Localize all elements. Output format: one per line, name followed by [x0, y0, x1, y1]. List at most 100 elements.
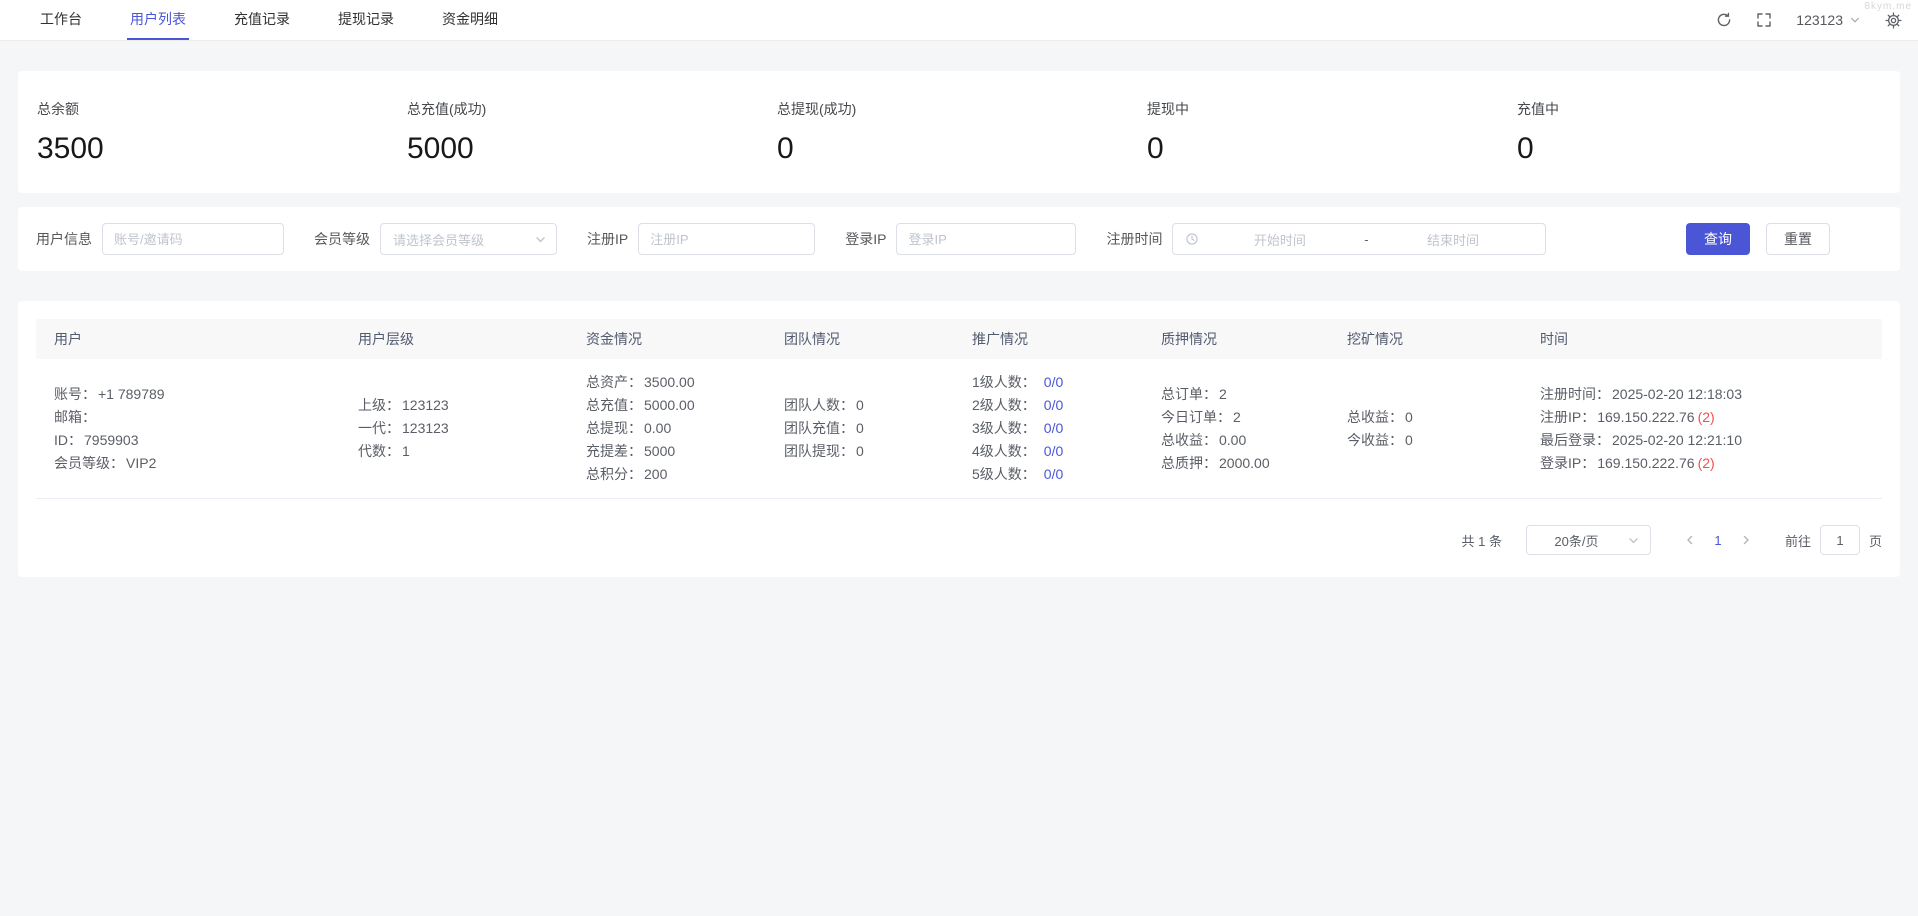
col-time: 时间 — [1540, 331, 1568, 347]
stat-total-balance: 总余额 3500 — [37, 99, 407, 166]
page-size-select[interactable]: 20条/页 — [1525, 525, 1651, 555]
funds-total-assets: 总资产： 3500.00 — [586, 374, 695, 390]
filter-login-ip: 登录IP — [845, 223, 1077, 255]
ip-count-badge: (2) — [1697, 454, 1715, 471]
hierarchy-parent: 上级： 123123 — [358, 397, 449, 413]
promo-count-link[interactable]: 0/0 — [1044, 420, 1063, 436]
top-navbar: 工作台 用户列表 充值记录 提现记录 资金明细 123123 8kym.me — [0, 0, 1918, 41]
stat-withdrawing: 提现中 0 — [1147, 99, 1517, 166]
refresh-icon[interactable] — [1716, 12, 1732, 28]
promo-level-4: 4级人数： 0/0 — [972, 443, 1064, 459]
page-content: 总余额 3500 总充值(成功) 5000 总提现(成功) 0 提现中 0 充值… — [0, 71, 1918, 577]
time-login-ip: 登录IP： 169.150.222.76 (2) — [1540, 454, 1715, 471]
page-size-value: 20条/页 — [1554, 533, 1599, 549]
promo-count-link[interactable]: 0/0 — [1044, 374, 1063, 390]
goto-page-input[interactable] — [1819, 525, 1860, 555]
register-time-label: 注册时间 — [1106, 231, 1163, 247]
member-level-select[interactable]: 请选择会员等级 — [380, 223, 557, 255]
mining-total-profit: 总收益： 0 — [1347, 408, 1413, 425]
table-row: 账号： +1 789789 邮箱： ID： 7959903 会员等级： VIP2 上级… — [36, 359, 1882, 499]
stat-label: 充值中 — [1517, 100, 1559, 117]
pledge-today-orders: 今日订单： 2 — [1161, 408, 1241, 425]
promo-count-link[interactable]: 0/0 — [1044, 443, 1063, 459]
user-id: ID： 7959903 — [54, 431, 139, 448]
nav-tabs: 工作台 用户列表 充值记录 提现记录 资金明细 — [37, 0, 501, 40]
user-menu-label: 123123 — [1796, 12, 1843, 28]
chevron-down-icon — [1851, 17, 1859, 23]
ip-count-badge: (2) — [1697, 408, 1715, 425]
cell-pledge: 总订单： 2 今日订单： 2 总收益： 0.00 总质押： 2000.00 — [1159, 383, 1345, 475]
col-funds: 资金情况 — [586, 331, 642, 347]
stat-value: 0 — [1147, 131, 1164, 165]
stat-value: 0 — [1517, 131, 1534, 165]
end-time-placeholder: 结束时间 — [1427, 232, 1480, 248]
cell-team: 团队人数： 0 团队充值： 0 团队提现： 0 — [782, 394, 970, 463]
col-hierarchy: 用户层级 — [358, 331, 414, 347]
stat-label: 总余额 — [37, 100, 79, 117]
tab-workbench[interactable]: 工作台 — [37, 0, 85, 40]
promo-count-link[interactable]: 0/0 — [1044, 397, 1063, 413]
cell-user: 账号： +1 789789 邮箱： ID： 7959903 会员等级： VIP2 — [36, 383, 356, 475]
tab-fund-details[interactable]: 资金明细 — [439, 0, 501, 40]
cell-mining: 总收益： 0 今收益： 0 — [1345, 406, 1538, 452]
range-separator: - — [1364, 231, 1369, 247]
stat-label: 提现中 — [1147, 100, 1189, 117]
chevron-down-icon — [1629, 538, 1638, 544]
funds-points: 总积分： 200 — [586, 466, 668, 482]
time-register: 注册时间： 2025-02-20 12:18:03 — [1540, 385, 1742, 402]
settings-gear-icon[interactable] — [1885, 11, 1902, 29]
funds-total-withdraw: 总提现： 0.00 — [586, 420, 672, 436]
hierarchy-generations: 代数： 1 — [358, 443, 410, 459]
promo-level-3: 3级人数： 0/0 — [972, 420, 1064, 436]
prev-page-button[interactable] — [1677, 534, 1703, 546]
promo-level-2: 2级人数： 0/0 — [972, 397, 1064, 413]
register-ip-input[interactable] — [638, 223, 816, 255]
cell-time: 注册时间： 2025-02-20 12:18:03 注册IP： 169.150.22… — [1538, 383, 1882, 475]
next-page-button[interactable] — [1733, 534, 1759, 546]
mining-today-profit: 今收益： 0 — [1347, 431, 1413, 448]
col-user: 用户 — [54, 331, 82, 347]
table-header: 用户 用户层级 资金情况 团队情况 推广情况 质押情况 挖矿情况 时间 — [36, 319, 1882, 359]
search-button[interactable]: 查询 — [1686, 223, 1750, 255]
register-ip-label: 注册IP — [587, 231, 629, 247]
reset-button[interactable]: 重置 — [1766, 223, 1830, 255]
stats-card: 总余额 3500 总充值(成功) 5000 总提现(成功) 0 提现中 0 充值… — [18, 71, 1900, 193]
tab-recharge-records[interactable]: 充值记录 — [231, 0, 293, 40]
user-email: 邮箱： — [54, 408, 96, 425]
page-number-current[interactable]: 1 — [1703, 533, 1733, 548]
goto-suffix: 页 — [1868, 533, 1882, 549]
tab-user-list[interactable]: 用户列表 — [127, 0, 189, 40]
pagination: 共 1 条 20条/页 1 前往 页 — [36, 525, 1882, 555]
login-ip-label: 登录IP — [845, 231, 887, 247]
member-level-label: 会员等级 — [314, 231, 370, 247]
col-pledge: 质押情况 — [1161, 331, 1217, 347]
stat-value: 5000 — [407, 131, 474, 165]
promo-level-5: 5级人数： 0/0 — [972, 466, 1064, 482]
user-account: 账号： +1 789789 — [54, 385, 165, 402]
member-level-placeholder: 请选择会员等级 — [393, 232, 485, 248]
watermark: 8kym.me — [1864, 1, 1912, 12]
filter-user-info: 用户信息 — [36, 223, 284, 255]
tab-withdraw-records[interactable]: 提现记录 — [335, 0, 397, 40]
col-team: 团队情况 — [784, 331, 840, 347]
col-promotion: 推广情况 — [972, 331, 1028, 347]
fullscreen-icon[interactable] — [1756, 12, 1772, 28]
register-time-range-picker[interactable]: 开始时间 - 结束时间 — [1172, 223, 1547, 255]
stat-value: 3500 — [37, 131, 104, 165]
cell-hierarchy: 上级： 123123 一代： 123123 代数： 1 — [356, 394, 584, 463]
user-menu[interactable]: 123123 — [1796, 12, 1861, 28]
pledge-total-profit: 总收益： 0.00 — [1161, 431, 1247, 448]
total-count: 共 1 条 — [1461, 533, 1502, 549]
filter-register-ip: 注册IP — [587, 223, 816, 255]
promo-count-link[interactable]: 0/0 — [1044, 466, 1063, 482]
cell-funds: 总资产： 3500.00 总充值： 5000.00 总提现： 0.00 充提差： 500… — [584, 371, 782, 486]
user-vip-level: 会员等级： VIP2 — [54, 454, 157, 471]
login-ip-input[interactable] — [896, 223, 1077, 255]
promo-level-1: 1级人数： 0/0 — [972, 374, 1064, 390]
user-info-input[interactable] — [102, 223, 284, 255]
stat-label: 总提现(成功) — [777, 100, 857, 117]
filter-bar: 用户信息 会员等级 请选择会员等级 注册IP 登录IP 注册时间 开始时间 - … — [18, 207, 1900, 271]
chevron-down-icon — [536, 237, 545, 243]
filter-register-time: 注册时间 开始时间 - 结束时间 — [1106, 223, 1547, 255]
hierarchy-first-gen: 一代： 123123 — [358, 420, 449, 436]
